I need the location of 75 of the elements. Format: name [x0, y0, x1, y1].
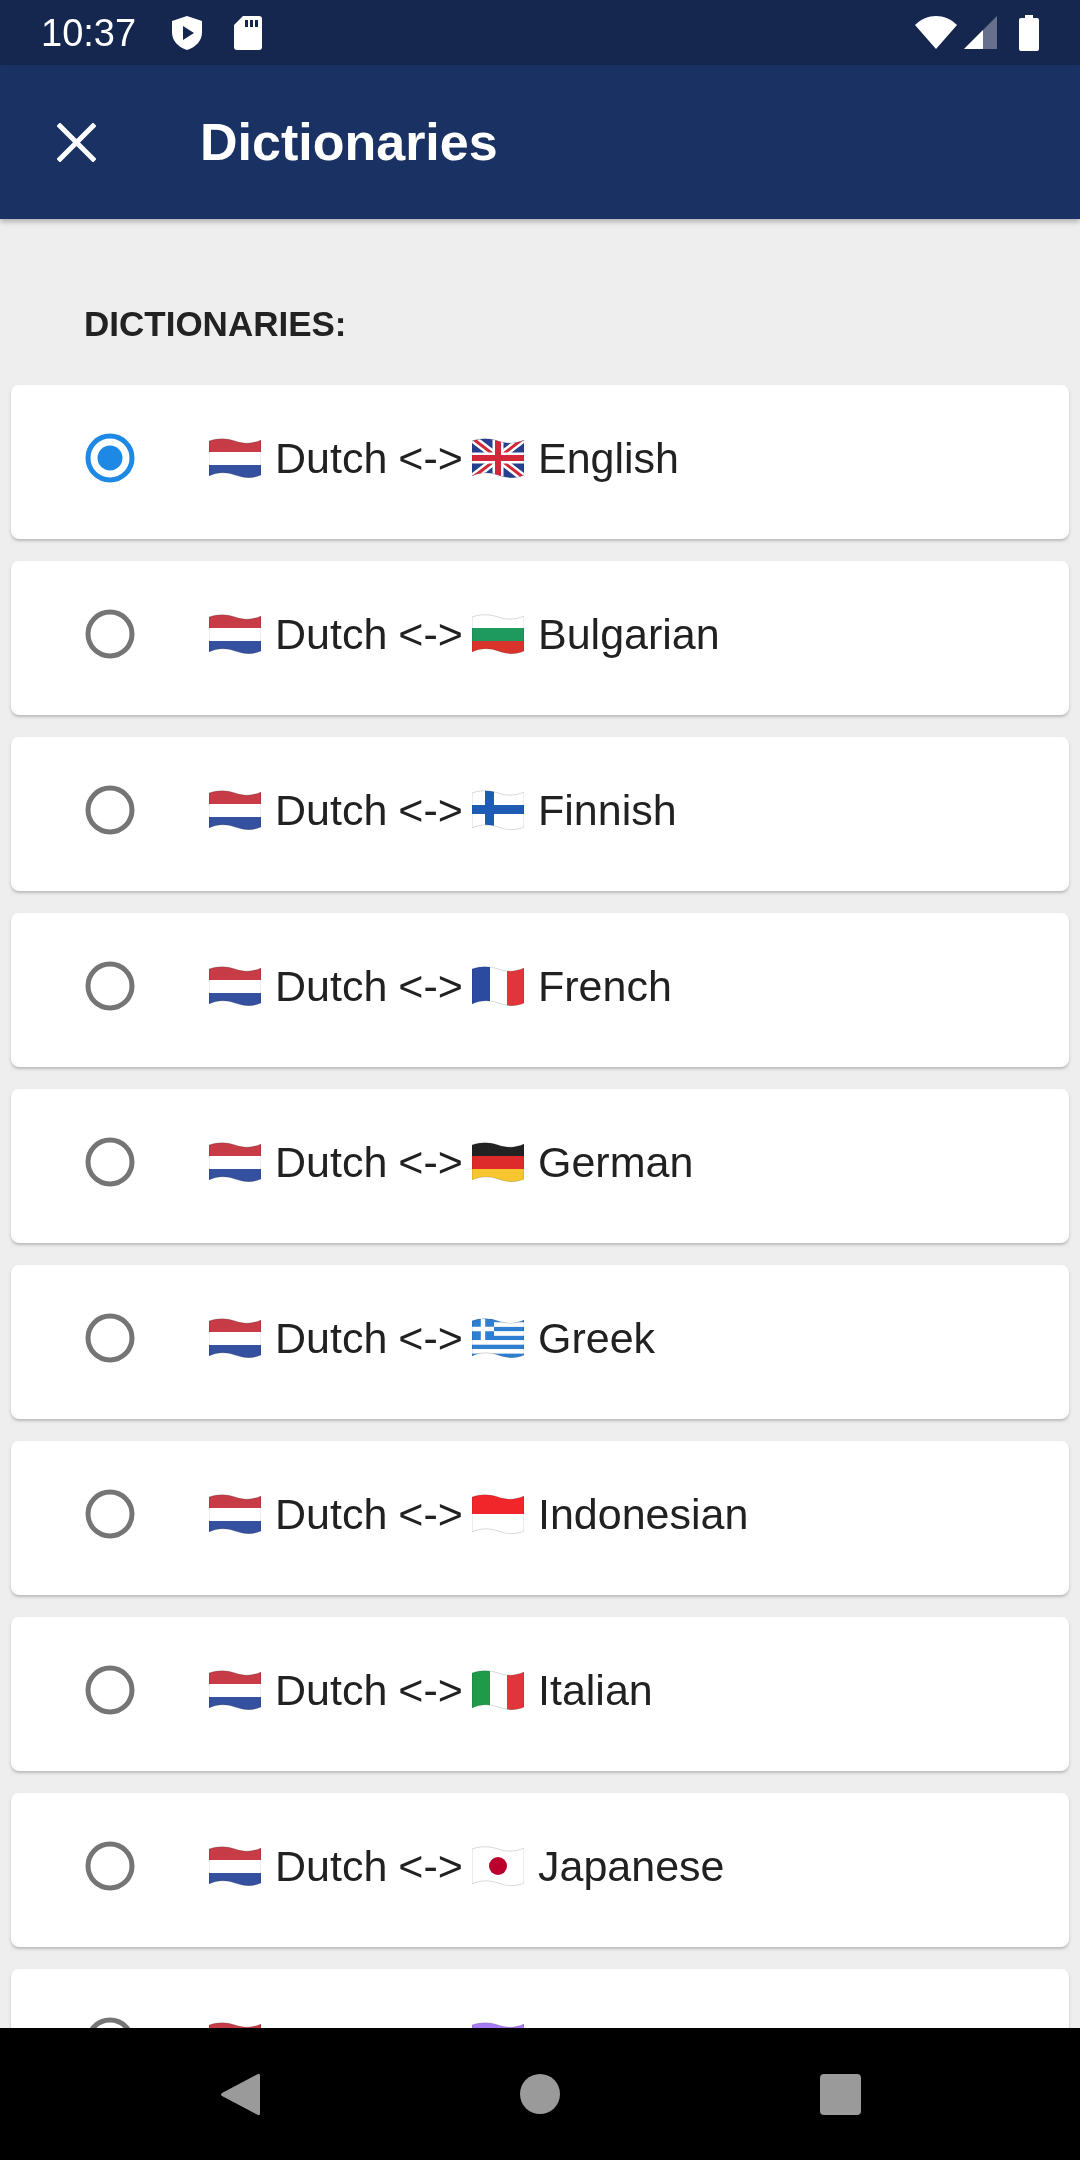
direction-separator: <->	[398, 1137, 463, 1187]
back-icon[interactable]	[220, 2071, 260, 2117]
greece-flag-icon	[472, 1318, 524, 1358]
language-label: Dutch	[275, 1137, 388, 1187]
radio-button[interactable]	[85, 1665, 135, 1715]
direction-separator: <->	[398, 1313, 463, 1363]
radio-button[interactable]	[85, 609, 135, 659]
language-label: Dutch	[275, 1489, 388, 1539]
language-label: Dutch	[275, 961, 388, 1011]
dictionary-card[interactable]: Dutch <-> Indonesian	[11, 1441, 1069, 1595]
direction-separator: <->	[398, 433, 463, 483]
dictionary-card[interactable]: Dutch <-> Bulgarian	[11, 561, 1069, 715]
section-header: DICTIONARIES:	[83, 303, 348, 345]
radio-button[interactable]	[85, 1841, 135, 1891]
radio-button[interactable]	[85, 1489, 135, 1539]
radio-button[interactable]	[85, 1313, 135, 1363]
recents-icon[interactable]	[819, 2073, 861, 2115]
language-label: Japanese	[538, 1841, 725, 1891]
dictionary-card[interactable]: Dutch <-> Greek	[11, 1265, 1069, 1419]
france-flag-icon	[472, 966, 524, 1006]
language-label: German	[538, 1137, 694, 1187]
japan-flag-icon	[472, 1846, 524, 1886]
language-label: Indonesian	[538, 1489, 749, 1539]
netherlands-flag-icon	[209, 1142, 261, 1182]
cell-signal-icon	[964, 16, 997, 49]
language-label: English	[538, 433, 680, 483]
radio-button[interactable]	[85, 785, 135, 835]
netherlands-flag-icon	[209, 1318, 261, 1358]
language-label: French	[538, 961, 672, 1011]
germany-flag-icon	[472, 1142, 524, 1182]
language-label: Greek	[538, 1313, 656, 1363]
direction-separator: <->	[398, 1841, 463, 1891]
language-label: Dutch	[275, 609, 388, 659]
status-time: 10:37	[41, 13, 137, 52]
radio-button[interactable]	[85, 961, 135, 1011]
battery-icon	[1019, 14, 1039, 51]
union-jack-flag-icon	[472, 438, 524, 478]
dictionary-card[interactable]: Dutch <-> Finnish	[11, 737, 1069, 891]
dictionary-card[interactable]: Dutch <-> Italian	[11, 1617, 1069, 1771]
language-label: Dutch	[275, 785, 388, 835]
language-label: Bulgarian	[538, 609, 720, 659]
language-label: Dutch	[275, 1665, 388, 1715]
netherlands-flag-icon	[209, 1846, 261, 1886]
netherlands-flag-icon	[209, 966, 261, 1006]
netherlands-flag-icon	[209, 1670, 261, 1710]
language-label: Italian	[538, 1665, 653, 1715]
netherlands-flag-icon	[209, 438, 261, 478]
indonesia-flag-icon	[472, 1494, 524, 1534]
netherlands-flag-icon	[209, 614, 261, 654]
bulgaria-flag-icon	[472, 614, 524, 654]
dictionary-card[interactable]: Dutch <-> Japanese	[11, 1793, 1069, 1947]
direction-separator: <->	[398, 961, 463, 1011]
direction-separator: <->	[398, 609, 463, 659]
language-label: Finnish	[538, 785, 677, 835]
finland-flag-icon	[472, 790, 524, 830]
netherlands-flag-icon	[209, 790, 261, 830]
language-label: Dutch	[275, 1841, 388, 1891]
radio-button[interactable]	[85, 1137, 135, 1187]
wifi-icon	[915, 16, 957, 49]
direction-separator: <->	[398, 785, 463, 835]
dictionary-card[interactable]: Dutch <-> German	[11, 1089, 1069, 1243]
dictionary-card[interactable]: Dutch <-> French	[11, 913, 1069, 1067]
shield-play-icon	[171, 15, 204, 50]
language-label: Dutch	[275, 433, 388, 483]
screen-title: Dictionaries	[200, 112, 498, 172]
direction-separator: <->	[398, 1489, 463, 1539]
dictionary-card[interactable]: Dutch <-> English	[11, 385, 1069, 539]
home-icon[interactable]	[520, 2074, 560, 2114]
radio-button[interactable]	[85, 433, 135, 483]
close-icon[interactable]	[57, 122, 96, 162]
language-label: Dutch	[275, 1313, 388, 1363]
sd-card-icon	[234, 15, 263, 50]
netherlands-flag-icon	[209, 1494, 261, 1534]
italy-flag-icon	[472, 1670, 524, 1710]
direction-separator: <->	[398, 1665, 463, 1715]
